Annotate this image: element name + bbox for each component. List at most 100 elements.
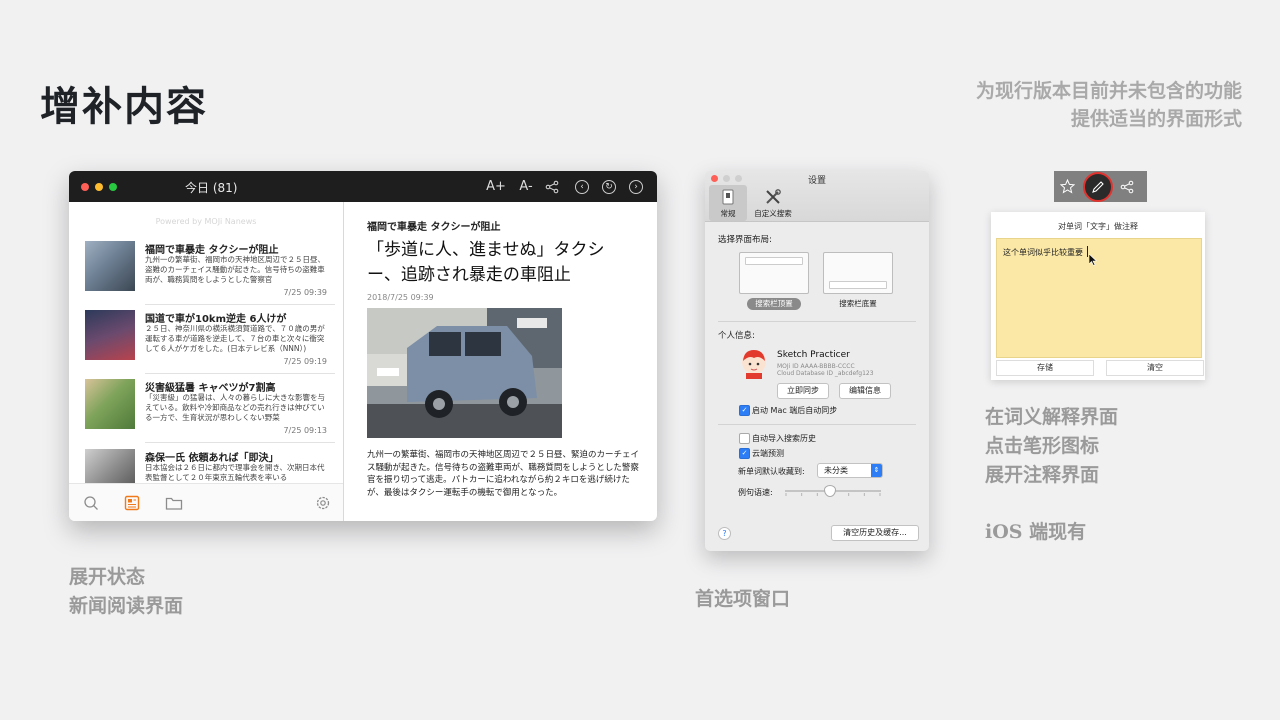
note-textarea[interactable]: 这个单词似乎比较重要 [996, 238, 1202, 358]
cloud-predict-checkbox[interactable]: ✓ [739, 448, 750, 459]
article-headline: 「歩道に人、進ませぬ」タクシー、追跡され暴走の車阻止 [367, 240, 605, 285]
layout-label: 选择界面布局: [718, 235, 772, 245]
layout-bottom-thumbnail[interactable] [823, 252, 893, 294]
chevron-updown-icon: ⇕ [871, 464, 882, 477]
clear-history-button[interactable]: 清空历史及缓存... [831, 525, 919, 541]
word-toolbar [1054, 171, 1147, 202]
news-item-time: 7/25 09:13 [283, 426, 327, 435]
news-list: Powered by MOJi Nanews 福岡で車暴走 タクシーが阻止 九州… [69, 202, 343, 483]
divider [718, 321, 916, 322]
pencil-icon [1092, 181, 1104, 193]
note-clear-button[interactable]: 清空 [1106, 360, 1204, 376]
caption-note-line3: 展开注释界面 [985, 464, 1100, 486]
divider [145, 304, 335, 305]
share-icon[interactable] [545, 179, 559, 194]
sync-now-button[interactable]: 立即同步 [777, 383, 829, 399]
personal-info-label: 个人信息: [718, 331, 755, 341]
pane-divider[interactable] [343, 202, 344, 521]
speed-slider[interactable] [785, 485, 881, 497]
layout-top-thumbnail[interactable] [739, 252, 809, 294]
collect-select-value: 未分类 [824, 466, 848, 475]
folder-icon[interactable] [165, 495, 183, 515]
tab-general[interactable]: 常规 [709, 185, 747, 221]
powered-by-label: Powered by MOJi Nanews [155, 217, 257, 226]
font-larger-button[interactable]: A+ [485, 177, 507, 197]
pencil-note-button[interactable] [1083, 172, 1113, 202]
caption-prefs: 首选项窗口 [695, 588, 791, 610]
news-thumbnail [85, 310, 135, 360]
edit-info-button[interactable]: 编辑信息 [839, 383, 891, 399]
auto-sync-checkbox[interactable]: ✓ [739, 405, 750, 416]
share-icon[interactable] [1120, 179, 1134, 198]
note-save-button[interactable]: 存储 [996, 360, 1094, 376]
cloud-database-id: Cloud Database ID _abcdefg123 [777, 370, 874, 377]
minimize-button[interactable] [95, 183, 103, 191]
font-smaller-button[interactable]: A- [515, 177, 537, 197]
news-item-title: 福岡で車暴走 タクシーが阻止 [145, 245, 279, 256]
window-title: 今日 (81) [185, 181, 238, 195]
news-reader-window: 今日 (81) A+ A- ‹ ↻ › Powered by MOJi Nane… [69, 171, 657, 521]
user-moji-id: MOJi ID AAAA-BBBB-CCCC [777, 363, 855, 370]
news-thumbnail [85, 449, 135, 483]
tools-icon [766, 189, 781, 204]
news-item-snippet: 日本協会は２６日に都内で理事会を開き、次期日本代表監督として２０年東京五輪代表を… [145, 463, 325, 482]
news-list-item[interactable]: 国道で車が10km逆走 6人けが ２５日、神奈川県の横浜横須賀道路で、７０歳の男… [85, 310, 335, 376]
tab-custom-search[interactable]: 自定义搜索 [751, 185, 795, 221]
layout-top-option[interactable]: 搜索栏顶置 [747, 298, 801, 310]
collect-label: 新单词默认收藏到: [738, 467, 805, 476]
previous-icon[interactable]: ‹ [575, 180, 589, 194]
gear-icon[interactable] [315, 495, 331, 515]
next-icon[interactable]: › [629, 180, 643, 194]
news-list-item[interactable]: 森保一氏 依頼あれば「即決」 日本協会は２６日に都内で理事会を開き、次期日本代表… [85, 449, 335, 483]
help-button[interactable]: ? [718, 527, 731, 540]
text-cursor [1087, 246, 1088, 257]
caption-note-line4: iOS 端现有 [985, 521, 1087, 543]
news-list-item[interactable]: 災害級猛暑 キャベツが7割高 「災害級」の猛暑は、人々の暮らしに大きな影響を与え… [85, 379, 335, 445]
note-panel: 对单词「文字」做注释 这个单词似乎比较重要 存储 清空 [991, 212, 1205, 380]
search-icon[interactable] [83, 495, 99, 515]
news-thumbnail [85, 241, 135, 291]
news-icon[interactable] [124, 495, 140, 515]
news-item-title: 災害級猛暑 キャベツが7割高 [145, 383, 276, 394]
news-item-snippet: ２５日、神奈川県の横浜横須賀道路で、７０歳の男が運転する車が道路を逆走して、７台… [145, 324, 325, 353]
article-pane: 福岡で車暴走 タクシーが阻止 「歩道に人、進ませぬ」タクシー、追跡され暴走の車阻… [367, 202, 647, 521]
avatar [741, 349, 767, 379]
layout-bottom-option[interactable]: 搜索栏底置 [831, 298, 885, 310]
caption-note-line1: 在词义解释界面 [985, 406, 1119, 428]
news-item-snippet: 九州一の繁華街、福岡市の天神地区周辺で２５日昼、盗難のカーチェイス騒動が起きた。… [145, 255, 325, 284]
news-item-title: 国道で車が10km逆走 6人けが [145, 314, 287, 325]
divider [145, 442, 335, 443]
news-item-snippet: 「災害級」の猛暑は、人々の暮らしに大きな影響を与えている。飲料や冷卸商品などの売… [145, 393, 325, 422]
news-thumbnail [85, 379, 135, 429]
caption-news-line2: 新闻阅读界面 [69, 595, 184, 617]
news-bottom-toolbar [69, 483, 343, 521]
zoom-button[interactable] [109, 183, 117, 191]
news-item-title: 森保一氏 依頼あれば「即決」 [145, 453, 279, 464]
refresh-icon[interactable]: ↻ [602, 180, 616, 194]
preferences-titlebar: 设置 常规 自定义搜索 [705, 171, 929, 222]
slide-subtitle-line1: 为现行版本目前并未包含的功能 [975, 80, 1242, 102]
slide-title: 增补内容 [40, 83, 208, 130]
news-list-item[interactable]: 福岡で車暴走 タクシーが阻止 九州一の繁華街、福岡市の天神地区周辺で２５日昼、盗… [85, 241, 335, 307]
collect-select[interactable]: 未分类 ⇕ [817, 463, 883, 478]
divider [145, 373, 335, 374]
general-icon [722, 189, 734, 205]
article-kicker: 福岡で車暴走 タクシーが阻止 [367, 222, 501, 233]
article-body: 九州一の繁華街、福岡市の天神地区周辺で２５日昼、緊迫のカーチェイス騒動が起きた。… [367, 450, 640, 498]
note-title: 对单词「文字」做注释 [1058, 222, 1138, 231]
import-history-label: 自动导入搜索历史 [752, 434, 816, 443]
slide-subtitle-line2: 提供适当的界面形式 [1070, 108, 1242, 130]
article-photo [367, 308, 562, 438]
star-icon[interactable] [1059, 178, 1076, 198]
preferences-window: 设置 常规 自定义搜索 选择界面布局: 搜索栏顶置 搜索栏底置 个人信息: Sk… [705, 171, 929, 551]
import-history-checkbox[interactable] [739, 433, 750, 444]
tab-label: 常规 [720, 209, 736, 218]
speed-label: 例句语速: [738, 488, 773, 497]
divider [718, 424, 916, 425]
close-button[interactable] [81, 183, 89, 191]
auto-sync-label: 启动 Mac 端后自动同步 [752, 406, 838, 415]
mouse-pointer-icon [1088, 251, 1098, 270]
cloud-predict-label: 云端预测 [752, 449, 784, 458]
news-item-time: 7/25 09:19 [283, 357, 327, 366]
note-text: 这个单词似乎比较重要 [1003, 248, 1083, 257]
